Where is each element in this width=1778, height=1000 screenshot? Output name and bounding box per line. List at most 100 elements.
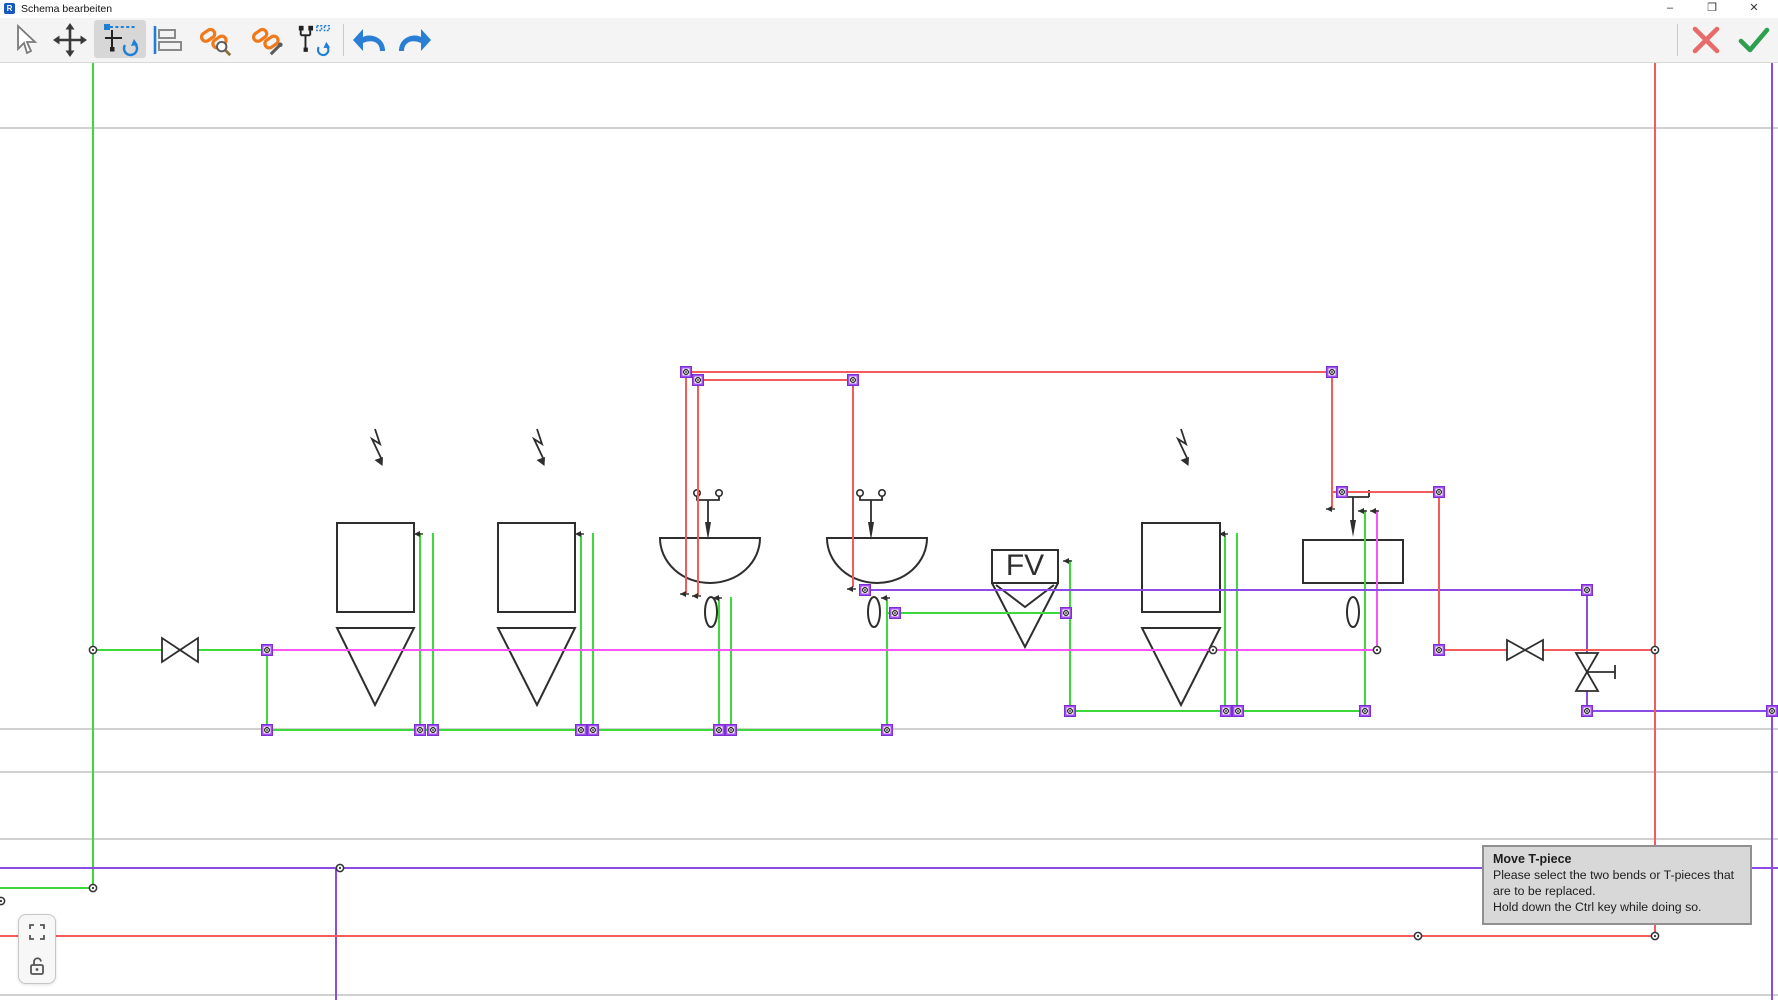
shutoff-valve[interactable] [1507, 640, 1543, 660]
selection-marker-dot [1225, 710, 1227, 712]
lightning-bolt-icon [1178, 429, 1187, 458]
align-tool-button[interactable] [150, 22, 186, 58]
junction-node-dot [339, 867, 341, 869]
link-search-icon [198, 22, 234, 58]
toolbar-separator-right [1677, 24, 1678, 56]
junction-node-dot [1654, 935, 1656, 937]
confirm-button[interactable] [1736, 22, 1772, 58]
move-t-piece-icon [100, 21, 140, 57]
cancel-x-icon [1690, 24, 1722, 56]
tooltip-line2: Hold down the Ctrl key while doing so. [1493, 899, 1741, 915]
title-bar: R Schema bearbeiten – ❐ ✕ [0, 0, 1778, 18]
selection-marker-dot [1331, 371, 1333, 373]
faucet-icon [697, 496, 719, 524]
lightning-arrowhead [1181, 457, 1190, 466]
cancel-button[interactable] [1688, 22, 1724, 58]
minimize-button[interactable]: – [1653, 0, 1687, 18]
link-pick-tool-button[interactable] [250, 22, 286, 58]
fit-selection-button[interactable] [28, 923, 46, 941]
redo-button[interactable] [396, 22, 432, 58]
selection-marker-dot [1341, 491, 1343, 493]
move-tool-button[interactable] [52, 22, 88, 58]
lightning-arrowhead [537, 457, 546, 466]
sink-bowl[interactable] [660, 538, 760, 583]
unlock-button[interactable] [28, 956, 46, 976]
selection-marker-dot [852, 379, 854, 381]
boiler-tank[interactable] [498, 523, 575, 612]
boiler-tank[interactable] [337, 523, 414, 612]
junction-node-dot [92, 887, 94, 889]
drain-trap [868, 597, 880, 627]
junction-node-dot [1212, 649, 1214, 651]
selection-marker-dot [592, 729, 594, 731]
junction-node-dot [1654, 649, 1656, 651]
flow-arrowhead [1370, 508, 1376, 514]
fixture-faucet-arrow [1350, 520, 1356, 537]
toolbar [0, 18, 1778, 63]
faucet-knob [716, 490, 722, 496]
move-icon [53, 23, 87, 57]
link-pick-icon [250, 22, 286, 58]
selection-marker-dot [1586, 589, 1588, 591]
selection-marker-dot [432, 729, 434, 731]
faucet-knob [879, 490, 885, 496]
selection-marker-dot [1364, 710, 1366, 712]
lightning-bolt-icon [372, 429, 381, 458]
flow-arrowhead [692, 593, 698, 599]
selection-marker-dot [894, 612, 896, 614]
link-search-tool-button[interactable] [198, 22, 234, 58]
selection-marker-dot [718, 729, 720, 731]
lightning-bolt-icon [534, 429, 543, 458]
boiler-funnel[interactable] [337, 628, 414, 705]
selection-marker-dot [266, 729, 268, 731]
instruction-tooltip: Move T-piece Please select the two bends… [1482, 845, 1752, 925]
app-icon: R [4, 3, 15, 14]
window-title: Schema bearbeiten [21, 3, 112, 15]
undo-arrow-icon [352, 24, 388, 56]
junction-node-dot [0, 900, 2, 902]
fv-funnel[interactable] [992, 583, 1058, 647]
selection-marker-dot [697, 379, 699, 381]
drain-trap [705, 597, 717, 627]
flow-arrowhead [1063, 558, 1069, 564]
selection-marker-dot [864, 589, 866, 591]
sink-bowl[interactable] [827, 538, 927, 583]
wall-fixture[interactable] [1303, 540, 1403, 583]
selection-marker-dot [1069, 710, 1071, 712]
close-button[interactable]: ✕ [1737, 0, 1771, 18]
redo-arrow-icon [396, 24, 432, 56]
t-piece-network-tool-button[interactable] [296, 22, 332, 58]
selection-marker-dot [1586, 710, 1588, 712]
selection-marker-dot [1237, 710, 1239, 712]
undo-button[interactable] [352, 22, 388, 58]
flow-arrowhead [1358, 508, 1364, 514]
selection-marker-dot [266, 649, 268, 651]
selection-marker-dot [1771, 710, 1773, 712]
boiler-funnel[interactable] [498, 628, 575, 705]
flow-arrowhead [881, 595, 887, 601]
boiler-funnel[interactable] [1142, 628, 1220, 705]
selection-marker-dot [886, 729, 888, 731]
cursor-icon [9, 24, 39, 56]
selection-marker-dot [419, 729, 421, 731]
drain-trap [1347, 597, 1359, 627]
toolbar-separator [343, 24, 344, 56]
boiler-tank[interactable] [1142, 523, 1220, 612]
tooltip-line1: Please select the two bends or T-pieces … [1493, 867, 1741, 899]
restore-button[interactable]: ❐ [1695, 0, 1729, 18]
selection-marker-dot [685, 371, 687, 373]
t-piece-network-icon [296, 22, 332, 58]
fv-label: FV [1006, 549, 1044, 582]
selection-marker-dot [1438, 491, 1440, 493]
select-tool-button[interactable] [6, 22, 42, 58]
selection-marker-dot [730, 729, 732, 731]
junction-node-dot [1376, 649, 1378, 651]
selection-marker-dot [580, 729, 582, 731]
selection-marker-dot [1438, 649, 1440, 651]
junction-node-dot [1417, 935, 1419, 937]
flow-arrowhead [680, 591, 686, 597]
valve-handle [1587, 665, 1615, 679]
move-t-piece-tool-button[interactable] [94, 20, 146, 58]
junction-node-dot [92, 649, 94, 651]
shutoff-valve[interactable] [162, 638, 198, 662]
